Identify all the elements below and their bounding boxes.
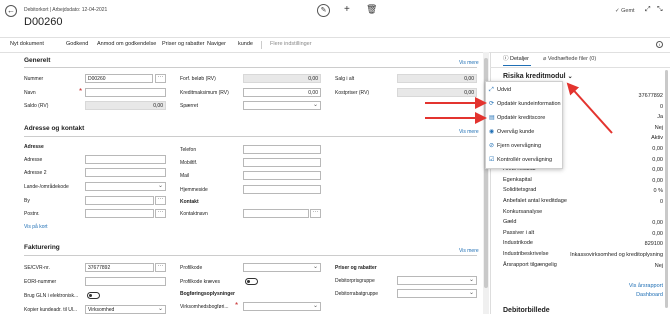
arrow-to-risk-title xyxy=(566,82,613,134)
annotation-arrows xyxy=(425,82,613,134)
